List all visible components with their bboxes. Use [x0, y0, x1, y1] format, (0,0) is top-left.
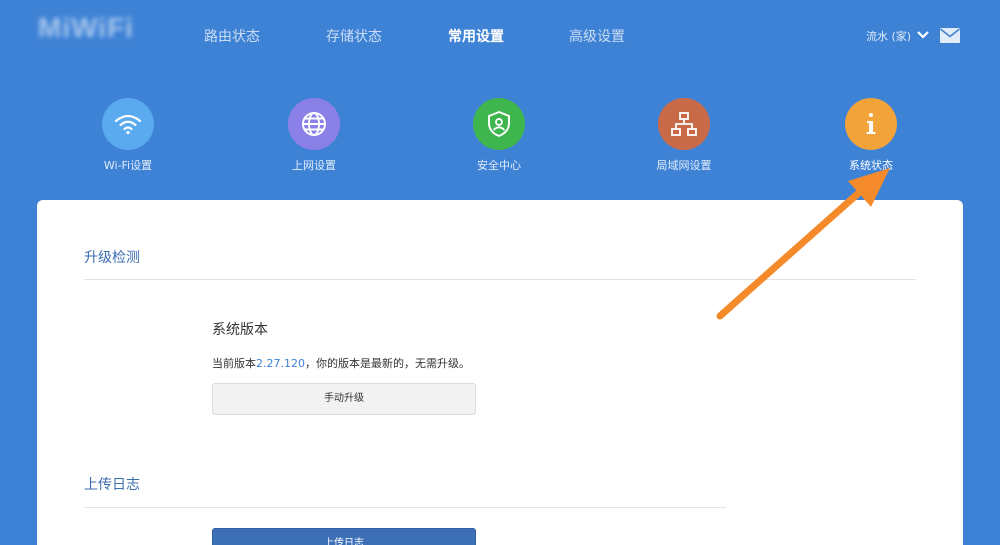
section-divider — [84, 507, 726, 508]
tile-label: 系统状态 — [849, 159, 893, 172]
system-version-title: 系统版本 — [212, 322, 268, 338]
tile-label: 局域网设置 — [656, 159, 712, 172]
user-name: 流水 (家) — [866, 30, 912, 43]
mail-icon[interactable] — [940, 28, 960, 47]
tile-label: 上网设置 — [292, 159, 336, 172]
tile-system-status[interactable]: 系统状态 — [811, 98, 931, 178]
main-nav: 路由状态 存储状态 常用设置 高级设置 — [0, 26, 1000, 46]
tile-label: 安全中心 — [477, 159, 521, 172]
tile-wifi-settings[interactable]: Wi-Fi设置 — [68, 98, 188, 178]
nav-tab-router-status[interactable]: 路由状态 — [204, 26, 260, 46]
wifi-icon — [102, 98, 154, 150]
info-icon — [845, 98, 897, 150]
content-panel: 升级检测 系统版本 当前版本2.27.120，你的版本是最新的，无需升级。 手动… — [37, 200, 963, 545]
upgrade-section-title: 升级检测 — [84, 250, 140, 266]
nav-tab-advanced-settings[interactable]: 高级设置 — [569, 26, 625, 46]
user-menu[interactable]: 流水 (家) — [866, 28, 929, 44]
manual-upgrade-button[interactable]: 手动升级 — [212, 383, 476, 415]
section-divider — [84, 279, 916, 280]
version-prefix: 当前版本 — [212, 357, 256, 370]
tile-label: Wi-Fi设置 — [103, 159, 153, 172]
shield-icon — [473, 98, 525, 150]
tile-internet-settings[interactable]: 上网设置 — [254, 98, 374, 178]
tile-lan-settings[interactable]: 局域网设置 — [624, 98, 744, 178]
network-icon — [658, 98, 710, 150]
logs-section-title: 上传日志 — [84, 477, 140, 493]
tile-security-center[interactable]: 安全中心 — [439, 98, 559, 178]
globe-icon — [288, 98, 340, 150]
version-number: 2.27.120 — [256, 357, 305, 370]
chevron-down-icon — [917, 30, 929, 43]
nav-tab-storage-status[interactable]: 存储状态 — [326, 26, 382, 46]
upload-logs-button[interactable]: 上传日志 — [212, 528, 476, 545]
version-status-text: 当前版本2.27.120，你的版本是最新的，无需升级。 — [212, 355, 470, 371]
top-bar: MiWiFi 路由状态 存储状态 常用设置 高级设置 流水 (家) — [0, 0, 1000, 72]
nav-tab-common-settings[interactable]: 常用设置 — [448, 26, 504, 46]
version-suffix: ，你的版本是最新的，无需升级。 — [304, 357, 470, 370]
